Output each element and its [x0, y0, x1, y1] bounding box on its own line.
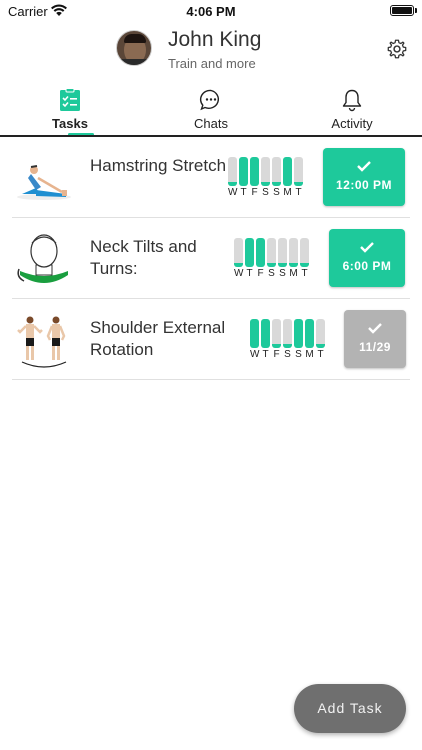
neck-tilts-illustration: [16, 234, 72, 287]
day-label: W: [250, 349, 260, 360]
day-bar: [261, 157, 270, 186]
day-label: S: [273, 187, 280, 198]
day-labels: W T F S S M T: [228, 187, 303, 198]
tab-label: Chats: [194, 116, 228, 131]
status-bar: Carrier 4:06 PM: [0, 0, 422, 24]
status-clock: 4:06 PM: [186, 4, 236, 19]
chat-bubble-icon: [199, 89, 220, 111]
day-label: M: [305, 349, 314, 360]
task-title: Neck Tilts and Turns:: [90, 237, 197, 278]
day-bar: [267, 238, 276, 267]
tab-chats[interactable]: Chats: [151, 86, 271, 134]
task-time-button[interactable]: 6:00 PM: [329, 229, 405, 287]
tab-label: Activity: [331, 116, 373, 131]
day-label: W: [228, 187, 238, 198]
day-bars: [250, 319, 325, 349]
day-label: M: [289, 268, 298, 279]
day-bar: [228, 157, 237, 186]
day-bar: [272, 319, 281, 348]
task-time-label: 6:00 PM: [342, 259, 392, 273]
avatar[interactable]: [116, 30, 152, 66]
day-label: T: [301, 268, 308, 279]
day-label: T: [240, 187, 247, 198]
day-label: F: [273, 349, 280, 360]
day-label: T: [246, 268, 253, 279]
tab-tasks[interactable]: Tasks: [10, 86, 130, 136]
day-bar: [256, 238, 265, 267]
day-bar: [239, 157, 248, 186]
day-label: S: [279, 268, 286, 279]
task-date-label: 11/29: [359, 340, 391, 354]
day-bar: [234, 238, 243, 267]
user-subtitle: Train and more: [168, 56, 256, 71]
day-bars: [228, 157, 303, 187]
day-label: F: [251, 187, 258, 198]
tab-label: Tasks: [52, 116, 88, 131]
day-bar: [294, 157, 303, 186]
checkmark-icon: [360, 242, 374, 253]
day-label: T: [262, 349, 269, 360]
tab-activity[interactable]: Activity: [292, 86, 412, 134]
task-row-neck-tilts[interactable]: Neck Tilts and Turns: W T F S S M T 6:00…: [12, 218, 410, 299]
day-bar: [261, 319, 270, 348]
clipboard-check-icon: [60, 88, 80, 111]
user-name: John King: [168, 28, 262, 51]
day-bar: [316, 319, 325, 348]
task-row-hamstring-stretch[interactable]: Hamstring Stretch W T F S S M T 12:00 PM: [12, 137, 410, 218]
shoulder-rotation-illustration: [17, 316, 67, 368]
day-bar: [289, 238, 298, 267]
day-bar: [283, 319, 292, 348]
day-bar: [272, 157, 281, 186]
day-bar: [294, 319, 303, 348]
task-row-shoulder-rotation[interactable]: Shoulder External Rotation W T F S S M T: [12, 299, 410, 380]
day-bar: [250, 157, 259, 186]
add-task-button[interactable]: Add Task: [294, 684, 406, 733]
task-done-button[interactable]: 11/29: [344, 310, 406, 368]
day-labels: W T F S S M T: [250, 349, 325, 360]
day-label: T: [295, 187, 302, 198]
battery-icon: [390, 5, 414, 16]
task-time-button[interactable]: 12:00 PM: [323, 148, 405, 206]
day-label: M: [283, 187, 292, 198]
day-bar: [278, 238, 287, 267]
day-bar: [245, 238, 254, 267]
task-title: Shoulder External Rotation: [90, 318, 226, 359]
task-list: Hamstring Stretch W T F S S M T 12:00 PM…: [0, 137, 422, 380]
day-label: F: [257, 268, 264, 279]
day-label: S: [262, 187, 269, 198]
hamstring-stretch-illustration: [17, 165, 71, 200]
task-title: Hamstring Stretch: [90, 156, 227, 175]
task-time-label: 12:00 PM: [335, 178, 393, 192]
day-bar: [250, 319, 259, 348]
day-label: S: [284, 349, 291, 360]
checkmark-icon: [357, 161, 371, 172]
day-label: W: [234, 268, 244, 279]
checkmark-icon: [368, 323, 382, 334]
tab-bar: Tasks Chats Activity: [0, 86, 422, 136]
day-bar: [305, 319, 314, 348]
day-label: T: [317, 349, 324, 360]
day-bars: [234, 238, 309, 268]
day-labels: W T F S S M T: [234, 268, 309, 279]
bell-icon: [342, 89, 362, 112]
day-label: S: [295, 349, 302, 360]
day-label: S: [268, 268, 275, 279]
day-bar: [283, 157, 292, 186]
gear-icon[interactable]: [386, 38, 408, 60]
day-bar: [300, 238, 309, 267]
